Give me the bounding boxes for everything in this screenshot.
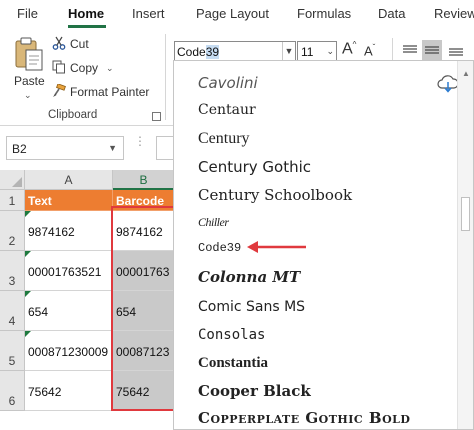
font-list-scrollbar[interactable]: ▲: [457, 61, 473, 429]
paste-button[interactable]: Paste ⌄: [8, 34, 50, 110]
font-option-centaur[interactable]: Centaur: [198, 102, 256, 118]
font-size-combobox[interactable]: 11 ⌄: [297, 41, 337, 62]
tab-file[interactable]: File: [17, 6, 38, 21]
chevron-down-icon[interactable]: ▼: [108, 143, 117, 153]
chevron-down-icon[interactable]: ⌄: [326, 42, 334, 61]
font-name-text: Code: [177, 45, 206, 59]
cloud-download-icon: [437, 75, 459, 96]
cell-a2[interactable]: 9874162: [25, 211, 113, 251]
font-option-cavolini[interactable]: Cavolini: [198, 74, 258, 92]
font-list-dropdown[interactable]: Cavolini Centaur Century Century Gothic …: [173, 60, 474, 430]
font-option-cooper-black[interactable]: Cooper Black: [198, 382, 311, 400]
row-header-4[interactable]: 4: [0, 291, 25, 331]
row-number: 6: [8, 394, 16, 408]
selection-highlight-box: [111, 206, 175, 411]
tab-review[interactable]: Review: [434, 6, 474, 21]
tab-formulas[interactable]: Formulas: [297, 6, 351, 21]
row-number: 3: [8, 274, 16, 288]
format-painter-button[interactable]: Format Painter: [52, 82, 149, 102]
cell-text: 000871230009: [28, 345, 109, 359]
decrease-font-size-icon[interactable]: Aˇ: [364, 43, 375, 58]
cell-text: 75642: [28, 385, 62, 399]
chevron-down-icon[interactable]: ⌄: [24, 90, 32, 101]
paintbrush-icon: [52, 82, 66, 101]
paste-label: Paste: [14, 74, 45, 88]
error-indicator-icon: [25, 211, 31, 217]
font-option-century-gothic[interactable]: Century Gothic: [198, 158, 311, 176]
scissors-icon: [52, 36, 66, 53]
scrollbar-thumb[interactable]: [461, 197, 470, 231]
select-all-triangle-icon: [12, 177, 22, 187]
tab-home[interactable]: Home: [68, 6, 104, 21]
name-box-value: B2: [12, 142, 27, 156]
format-painter-label: Format Painter: [70, 85, 150, 99]
align-middle-icon[interactable]: [422, 40, 442, 60]
formula-bar-grip-icon[interactable]: ⋮: [134, 135, 146, 147]
ribbon-tabs: File Home Insert Page Layout Formulas Da…: [0, 0, 474, 30]
copy-label: Copy: [70, 61, 99, 75]
annotation-arrow-icon: [247, 241, 306, 253]
row-header-1[interactable]: 1: [0, 190, 25, 211]
chevron-down-icon[interactable]: ⌄: [106, 63, 114, 74]
cell-text: 00001763521: [28, 265, 102, 279]
increase-font-size-icon[interactable]: A^: [342, 40, 356, 58]
row-header-6[interactable]: 6: [0, 371, 25, 411]
cell-a6[interactable]: 75642: [25, 371, 113, 411]
row-header-3[interactable]: 3: [0, 251, 25, 291]
row-number: 4: [8, 314, 16, 328]
font-size-value: 11: [301, 45, 314, 59]
cell-text: 9874162: [28, 225, 75, 239]
row-number: 2: [8, 234, 16, 248]
cell-text: 654: [28, 305, 49, 319]
font-option-century[interactable]: Century: [198, 130, 250, 148]
font-name-value[interactable]: Code39: [177, 45, 220, 59]
dialog-launcher-icon[interactable]: [152, 112, 161, 121]
row-number: 5: [8, 354, 16, 368]
copy-button[interactable]: Copy ⌄: [52, 58, 114, 78]
error-indicator-icon: [25, 251, 31, 257]
font-option-code39[interactable]: Code39: [198, 241, 241, 255]
cell-a3[interactable]: 00001763521: [25, 251, 113, 291]
cell-a1[interactable]: Text: [25, 190, 113, 211]
tab-page-layout[interactable]: Page Layout: [196, 6, 269, 21]
font-option-century-schoolbook[interactable]: Century Schoolbook: [198, 186, 352, 204]
font-name-selected-text: 39: [205, 45, 220, 59]
select-all-button[interactable]: [0, 170, 25, 190]
cut-label: Cut: [70, 37, 89, 51]
font-option-consolas[interactable]: Consolas: [198, 327, 265, 343]
copy-icon: [52, 60, 66, 77]
font-name-combobox[interactable]: Code39 ▼: [174, 41, 296, 62]
align-top-icon[interactable]: [400, 40, 420, 60]
font-option-comic-sans-ms[interactable]: Comic Sans MS: [198, 299, 305, 315]
column-header-a[interactable]: A: [25, 170, 113, 190]
chevron-down-icon[interactable]: ▼: [282, 42, 295, 61]
active-tab-indicator: [68, 25, 106, 28]
cell-text: Text: [28, 194, 52, 208]
column-header-b[interactable]: B: [113, 170, 175, 190]
clipboard-group-label: Clipboard: [48, 109, 98, 121]
tab-data[interactable]: Data: [378, 6, 405, 21]
error-indicator-icon: [25, 331, 31, 337]
row-header-5[interactable]: 5: [0, 331, 25, 371]
row-number: 1: [8, 194, 16, 208]
align-bottom-icon[interactable]: [446, 40, 466, 60]
font-option-chiller[interactable]: Chiller: [198, 215, 229, 230]
paste-icon: [14, 36, 44, 75]
cell-a4[interactable]: 654: [25, 291, 113, 331]
font-option-copperplate-gothic-bold[interactable]: Copperplate Gothic Bold: [198, 409, 410, 427]
group-divider: [165, 34, 166, 120]
font-option-constantia[interactable]: Constantia: [198, 355, 268, 372]
cut-button[interactable]: Cut: [52, 34, 89, 54]
font-option-colonna-mt[interactable]: Colonna MT: [198, 268, 300, 286]
row-header-2[interactable]: 2: [0, 211, 25, 251]
tab-insert[interactable]: Insert: [132, 6, 165, 21]
cell-a5[interactable]: 000871230009: [25, 331, 113, 371]
scroll-up-icon[interactable]: ▲: [462, 69, 470, 78]
name-box[interactable]: B2 ▼: [6, 136, 124, 160]
error-indicator-icon: [25, 291, 31, 297]
